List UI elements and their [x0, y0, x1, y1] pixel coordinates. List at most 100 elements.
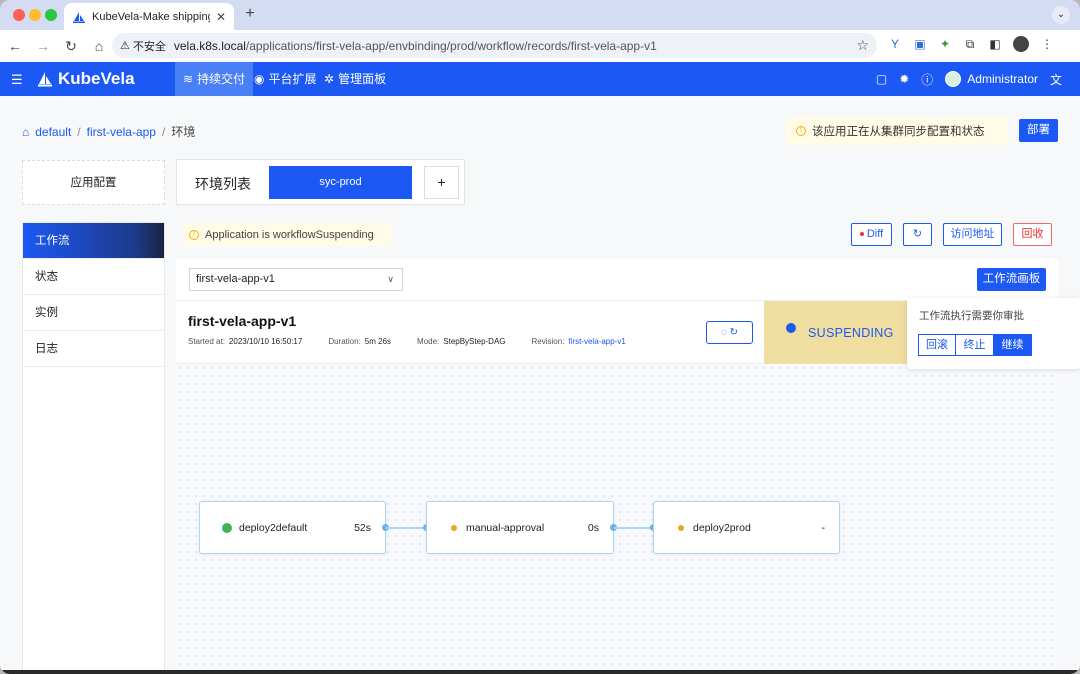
access-address-button[interactable]: 访问地址: [943, 223, 1002, 246]
window-bottom-edge: [0, 670, 1080, 674]
refresh-icon[interactable]: ↻: [903, 223, 932, 246]
screenshot-extension-icon[interactable]: ▣: [913, 37, 927, 51]
diff-button[interactable]: Diff: [851, 223, 892, 246]
loading-spinner-icon: ◌: [720, 327, 727, 338]
step-node-manual-approval[interactable]: manual-approval 0s: [426, 501, 614, 554]
step-connector: [614, 527, 654, 529]
run-title: first-vela-app-v1: [188, 313, 297, 329]
brand-name: KubeVela: [58, 69, 135, 88]
breadcrumb-project[interactable]: default: [35, 125, 71, 139]
nav-admin-panel[interactable]: ✲ 管理面板: [316, 62, 394, 96]
bookmark-star-icon[interactable]: ☆: [856, 37, 869, 54]
deploy-button[interactable]: 部署: [1019, 119, 1058, 142]
profile-avatar[interactable]: [1013, 36, 1029, 52]
workflow-state-tip: ! Application is workflowSuspending: [183, 223, 391, 246]
extension-bar: Y ▣ ✦ ⧉ ◧ ⋮: [888, 36, 1054, 52]
sync-status-tip: ! 该应用正在从集群同步配置和状态: [786, 117, 1008, 145]
forward-arrow-icon[interactable]: →: [30, 38, 56, 54]
chevron-down-icon: ∨: [387, 274, 394, 284]
recycle-button[interactable]: 回收: [1013, 223, 1052, 246]
kubevela-logo[interactable]: KubeVela: [36, 69, 135, 89]
env-list-label: 环境列表: [195, 176, 251, 192]
workflow-status-box: SUSPENDING: [764, 301, 907, 365]
plugin-icon: ◉: [254, 72, 265, 86]
breadcrumb-app[interactable]: first-vela-app: [87, 125, 156, 139]
info-icon: !: [189, 229, 199, 240]
kubevela-logo-icon: [38, 72, 52, 87]
revision-link[interactable]: first-vela-app-v1: [568, 337, 625, 346]
main-content: ⌂ default / first-vela-app / 环境 ! 该应用正在从…: [0, 96, 1080, 674]
add-env-button[interactable]: +: [424, 166, 459, 199]
minimize-window-button[interactable]: [29, 9, 41, 21]
env-tab-syc-prod[interactable]: syc-prod: [269, 166, 412, 199]
env-list: 环境列表 syc-prod +: [176, 159, 465, 205]
breadcrumb: ⌂ default / first-vela-app / 环境: [22, 124, 196, 140]
close-window-button[interactable]: [13, 9, 25, 21]
run-meta: Started at: 2023/10/10 16:50:17 Duration:…: [188, 337, 626, 346]
user-menu[interactable]: Administrator: [945, 71, 1038, 87]
home-icon[interactable]: ⌂: [22, 125, 29, 139]
info-icon: !: [796, 126, 806, 136]
terminate-button[interactable]: 终止: [956, 334, 994, 356]
step-node-deploy2default[interactable]: deploy2default 52s: [199, 501, 386, 554]
diff-indicator-dot: [859, 232, 864, 237]
kubevela-favicon-icon: [73, 11, 85, 23]
workflow-status: SUSPENDING: [808, 326, 894, 340]
back-arrow-icon[interactable]: ←: [2, 38, 28, 54]
approval-message: 工作流执行需要你审批: [919, 310, 1024, 322]
check-circle-icon: [222, 523, 232, 533]
tab-close-icon[interactable]: ✕: [216, 10, 226, 24]
app-header: ☰ KubeVela ≋ 持续交付 ◉ 平台扩展 ✲ 管理面板 ▢ ✹ ⓘ Ad…: [0, 62, 1080, 96]
menu-toggle-icon[interactable]: ☰: [11, 72, 23, 88]
header-actions: ▢ ✹ ⓘ Administrator 文: [876, 62, 1062, 96]
more-menu-icon[interactable]: ⋮: [1040, 37, 1054, 51]
warning-triangle-icon: ⚠: [120, 40, 130, 52]
side-item-workflow[interactable]: 工作流: [23, 223, 164, 259]
insecure-label: 不安全: [132, 40, 166, 53]
refresh-icon: ↻: [729, 327, 739, 338]
clock-icon: [786, 323, 796, 333]
rollback-button[interactable]: 回滚: [918, 334, 956, 356]
new-tab-button[interactable]: +: [240, 5, 260, 23]
workflow-board-button[interactable]: 工作流画板: [977, 268, 1046, 291]
side-menu: 工作流 状态 实例 日志: [22, 222, 165, 674]
approval-actions: 回滚 终止 继续: [918, 334, 1032, 356]
extension-badge-icon[interactable]: ✦: [938, 37, 952, 51]
address-bar[interactable]: ⚠ 不安全 vela.k8s.local/applications/first-…: [112, 33, 877, 58]
extensions-puzzle-icon[interactable]: ⧉: [963, 37, 977, 51]
help-icon[interactable]: ⓘ: [921, 71, 933, 88]
workflow-canvas[interactable]: deploy2default 52s manual-approval 0s de…: [176, 364, 1058, 674]
terminal-icon[interactable]: ▢: [876, 72, 887, 86]
tab-search-icon[interactable]: ⌄: [1052, 6, 1070, 24]
tab-title: KubeVela-Make shipping app: [92, 10, 210, 23]
layers-icon: ≋: [183, 72, 194, 86]
vue-devtools-icon[interactable]: Y: [888, 37, 902, 51]
insecure-indicator[interactable]: ⚠ 不安全: [120, 38, 166, 54]
maximize-window-button[interactable]: [45, 9, 57, 21]
auto-refresh-button[interactable]: ◌ ↻: [706, 321, 753, 344]
breadcrumb-current: 环境: [171, 125, 196, 139]
side-item-instances[interactable]: 实例: [23, 295, 164, 331]
language-icon[interactable]: 文: [1050, 71, 1062, 88]
home-icon[interactable]: ⌂: [86, 38, 112, 54]
settings-icon[interactable]: ✹: [899, 72, 909, 86]
record-select[interactable]: first-vela-app-v1 ∨: [189, 268, 403, 291]
user-avatar: [945, 71, 962, 87]
pending-dot-icon: [451, 525, 457, 531]
resume-button[interactable]: 继续: [994, 334, 1032, 356]
side-item-status[interactable]: 状态: [23, 259, 164, 295]
nav-continuous-delivery[interactable]: ≋ 持续交付: [175, 62, 254, 96]
step-node-deploy2prod[interactable]: deploy2prod -: [653, 501, 840, 554]
sidebar-toggle-icon[interactable]: ◧: [988, 37, 1002, 51]
gear-icon: ✲: [324, 72, 335, 86]
browser-toolbar: ← → ↻ ⌂ ⚠ 不安全 vela.k8s.local/application…: [0, 30, 1080, 62]
browser-window: KubeVela-Make shipping app ✕ + ⌄ ← → ↻ ⌂…: [0, 0, 1080, 674]
reload-icon[interactable]: ↻: [58, 38, 84, 55]
side-item-logs[interactable]: 日志: [23, 331, 164, 367]
tab-strip: KubeVela-Make shipping app ✕ + ⌄: [0, 0, 1080, 30]
browser-tab[interactable]: KubeVela-Make shipping app ✕: [64, 3, 234, 30]
nav-platform-extension[interactable]: ◉ 平台扩展: [246, 62, 325, 96]
pending-dot-icon: [678, 525, 684, 531]
approval-popover: 工作流执行需要你审批 回滚 终止 继续: [907, 298, 1080, 369]
app-config-card[interactable]: 应用配置: [22, 160, 165, 205]
